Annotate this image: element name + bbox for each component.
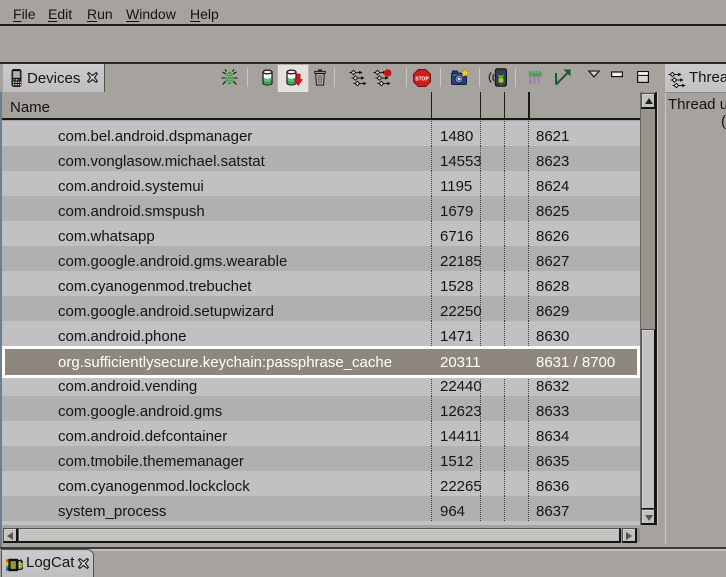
svg-text:STOP: STOP <box>415 76 429 82</box>
